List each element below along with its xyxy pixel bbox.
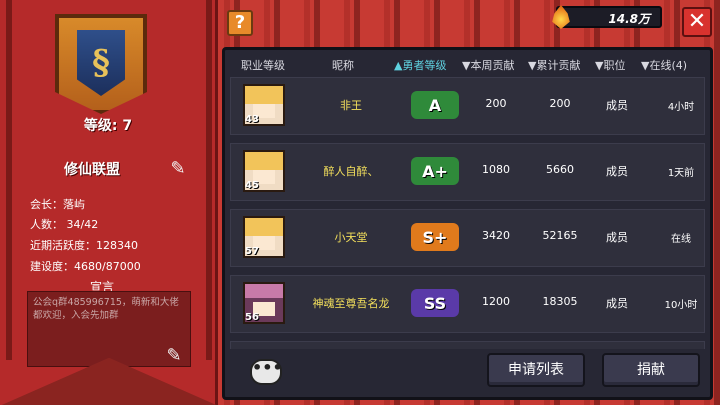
member-total: 18305 <box>542 295 578 308</box>
member-total: 5660 <box>546 163 574 176</box>
guild-emblem-icon: § <box>55 14 147 114</box>
hero-rank-badge: A <box>411 91 459 119</box>
member-panel: 职业等级 昵称 ▲勇者等级 ▼本周贡献 ▼累计贡献 ▼职位 ▼在线(4) 43 … <box>222 47 713 400</box>
close-button[interactable]: ✕ <box>682 7 712 37</box>
chat-bubble-icon[interactable]: ••• <box>250 359 283 385</box>
guild-activity: 近期活跃度：128340 <box>30 239 138 252</box>
flame-gem-icon <box>552 5 570 29</box>
hero-rank-badge: S+ <box>411 223 459 251</box>
member-weekly: 1080 <box>482 163 510 176</box>
member-role: 成员 <box>606 99 628 112</box>
help-button[interactable]: ? <box>227 10 253 36</box>
member-total: 200 <box>549 97 571 110</box>
edit-name-icon[interactable]: ✎ <box>166 156 190 180</box>
guild-construction: 建设度：4680/87000 <box>30 260 141 273</box>
guild-member-count: 人数： 34/42 <box>30 218 99 231</box>
banner-left-edge <box>6 0 12 360</box>
header-online[interactable]: ▼在线(4) <box>641 57 687 73</box>
member-role: 成员 <box>606 231 628 244</box>
header-weekly[interactable]: ▼本周贡献 <box>462 57 514 73</box>
member-role: 成员 <box>606 165 628 178</box>
member-list[interactable]: 43 非王 A 200 200 成员 4小时 45 醉人自醉、 A+ 1080 … <box>230 77 705 349</box>
member-total: 52165 <box>542 229 578 242</box>
guild-banner: § 等级: 7 修仙联盟 ✎ 会长：落屿 人数： 34/42 近期活跃度：128… <box>0 0 218 405</box>
header-total[interactable]: ▼累计贡献 <box>528 57 580 73</box>
member-row[interactable]: 45 醉人自醉、 A+ 1080 5660 成员 1天前 <box>230 143 705 201</box>
banner-right-edge <box>206 0 212 360</box>
member-class-level: 43 <box>245 114 259 125</box>
member-online: 在线 <box>671 234 691 245</box>
member-row[interactable]: 43 非王 A 200 200 成员 4小时 <box>230 77 705 135</box>
member-name: 非王 <box>340 99 362 112</box>
hero-rank-badge: A+ <box>411 157 459 185</box>
member-weekly: 1200 <box>482 295 510 308</box>
donate-button[interactable]: 捐献 <box>602 353 700 387</box>
member-name: 神魂至尊吾名龙 <box>312 297 390 310</box>
guild-name: 修仙联盟 <box>64 162 120 178</box>
emblem-shield-icon: § <box>77 30 125 96</box>
member-role: 成员 <box>606 297 628 310</box>
header-role[interactable]: ▼职位 <box>595 57 625 73</box>
apply-list-button[interactable]: 申请列表 <box>487 353 585 387</box>
member-row[interactable]: 57 小天堂 S+ 3420 52165 成员 在线 <box>230 209 705 267</box>
hero-rank-badge: SS <box>411 289 459 317</box>
member-class-level: 45 <box>245 180 259 191</box>
member-name: 醉人自醉、 <box>323 165 379 178</box>
edit-declaration-icon[interactable]: ✎ <box>162 343 186 367</box>
member-class-level: 56 <box>245 312 259 323</box>
member-online: 10小时 <box>664 300 698 311</box>
member-weekly: 200 <box>485 97 507 110</box>
currency-display: 14.8万 <box>552 5 662 29</box>
table-header: 职业等级 昵称 ▲勇者等级 ▼本周贡献 ▼累计贡献 ▼职位 ▼在线(4) <box>225 50 710 76</box>
member-class-level: 57 <box>245 246 259 257</box>
header-nickname[interactable]: 昵称 <box>332 57 354 73</box>
header-class-level[interactable]: 职业等级 <box>241 57 285 73</box>
currency-value: 14.8万 <box>608 12 650 26</box>
member-online: 1天前 <box>667 168 695 179</box>
guild-leader: 会长：落屿 <box>30 198 85 211</box>
member-online: 4小时 <box>667 102 695 113</box>
member-name: 小天堂 <box>334 231 368 244</box>
member-weekly: 3420 <box>482 229 510 242</box>
guild-level: 等级: 7 <box>83 118 133 134</box>
header-hero-level[interactable]: ▲勇者等级 <box>394 57 446 73</box>
member-row[interactable]: 56 神魂至尊吾名龙 SS 1200 18305 成员 10小时 <box>230 275 705 333</box>
member-row-partial[interactable] <box>230 341 705 349</box>
